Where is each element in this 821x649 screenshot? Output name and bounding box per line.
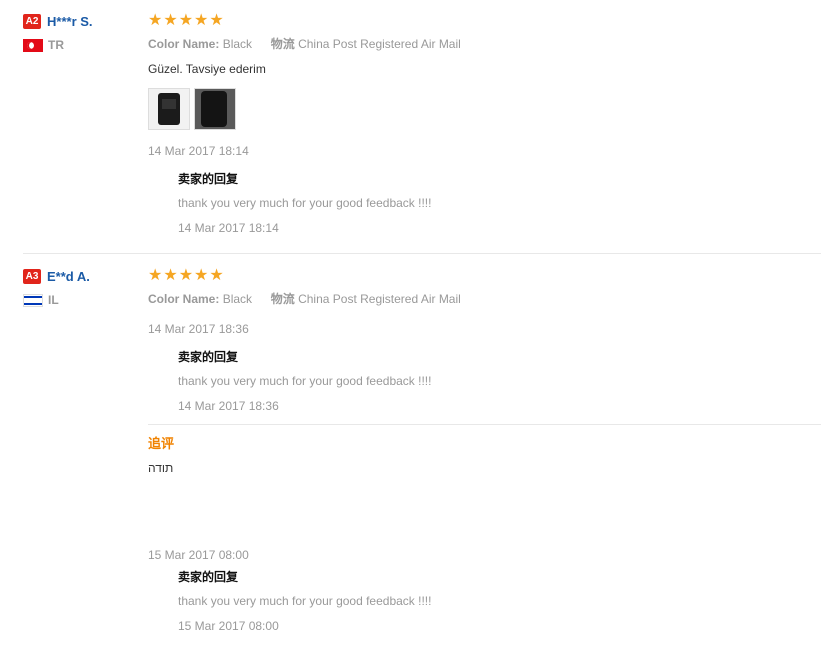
seller-reply: 卖家的回复 thank you very much for your good … (178, 171, 821, 236)
seller-reply-date: 14 Mar 2017 18:36 (178, 399, 279, 413)
review-content: ★★★★★ Color Name: Black 物流 China Post Re… (148, 12, 821, 236)
reviewer-info: A2 H***r S. TR (23, 14, 93, 53)
attr-color-key: Color Name: (148, 37, 220, 51)
review-photo-thumbnail[interactable] (194, 88, 236, 130)
reviewer-info: A3 E**d A. IL (23, 269, 90, 308)
review-date: 14 Mar 2017 18:14 (148, 144, 249, 158)
followup-text: תודה (148, 461, 174, 475)
star-rating: ★★★★★ (148, 267, 225, 284)
buyer-level-badge: A2 (23, 14, 41, 30)
followup-label: 追评 (148, 436, 175, 451)
israel-flag-icon (23, 293, 43, 307)
attr-color-key: Color Name: (148, 292, 220, 306)
review-content: ★★★★★ Color Name: Black 物流 China Post Re… (148, 267, 821, 414)
review-divider (23, 253, 821, 254)
attr-shipping-key: 物流 (270, 37, 295, 51)
country-code: TR (48, 38, 64, 53)
product-attributes: Color Name: Black 物流 China Post Register… (148, 36, 821, 52)
seller-reply-date: 14 Mar 2017 18:14 (178, 221, 279, 235)
star-rating: ★★★★★ (148, 12, 225, 29)
seller-reply: 卖家的回复 thank you very much for your good … (178, 349, 821, 414)
seller-reply-text: thank you very much for your good feedba… (178, 594, 432, 608)
seller-reply-title: 卖家的回复 (178, 350, 239, 364)
seller-reply-title: 卖家的回复 (178, 570, 239, 584)
reviewer-country: IL (23, 292, 90, 308)
followup-date: 15 Mar 2017 08:00 (148, 548, 249, 562)
seller-reply-text: thank you very much for your good feedba… (178, 374, 432, 388)
reviewer-country: TR (23, 37, 93, 53)
attr-shipping-value: China Post Registered Air Mail (298, 37, 461, 51)
reviewer-name[interactable]: E**d A. (47, 269, 90, 284)
attr-color-value: Black (222, 292, 253, 306)
attr-shipping-value: China Post Registered Air Mail (298, 292, 461, 306)
product-attributes: Color Name: Black 物流 China Post Register… (148, 291, 821, 307)
buyer-level-badge: A3 (23, 269, 41, 285)
review-text: Güzel. Tavsiye ederim (148, 62, 266, 76)
review-photo-thumbnail[interactable] (148, 88, 190, 130)
seller-reply: 卖家的回复 thank you very much for your good … (178, 569, 821, 634)
country-code: IL (48, 293, 59, 308)
followup-review: 追评 תודה (148, 436, 821, 476)
seller-reply-date: 15 Mar 2017 08:00 (178, 619, 279, 633)
attr-color-value: Black (222, 37, 253, 51)
review-photos (148, 88, 821, 132)
turkey-flag-icon (23, 38, 43, 52)
seller-reply-title: 卖家的回复 (178, 172, 239, 186)
seller-reply-text: thank you very much for your good feedba… (178, 196, 432, 210)
followup-divider (148, 424, 821, 425)
followup-meta: 15 Mar 2017 08:00 卖家的回复 thank you very m… (148, 547, 821, 634)
reviewer-name[interactable]: H***r S. (47, 14, 93, 29)
attr-shipping-key: 物流 (270, 292, 295, 306)
review-date: 14 Mar 2017 18:36 (148, 322, 249, 336)
